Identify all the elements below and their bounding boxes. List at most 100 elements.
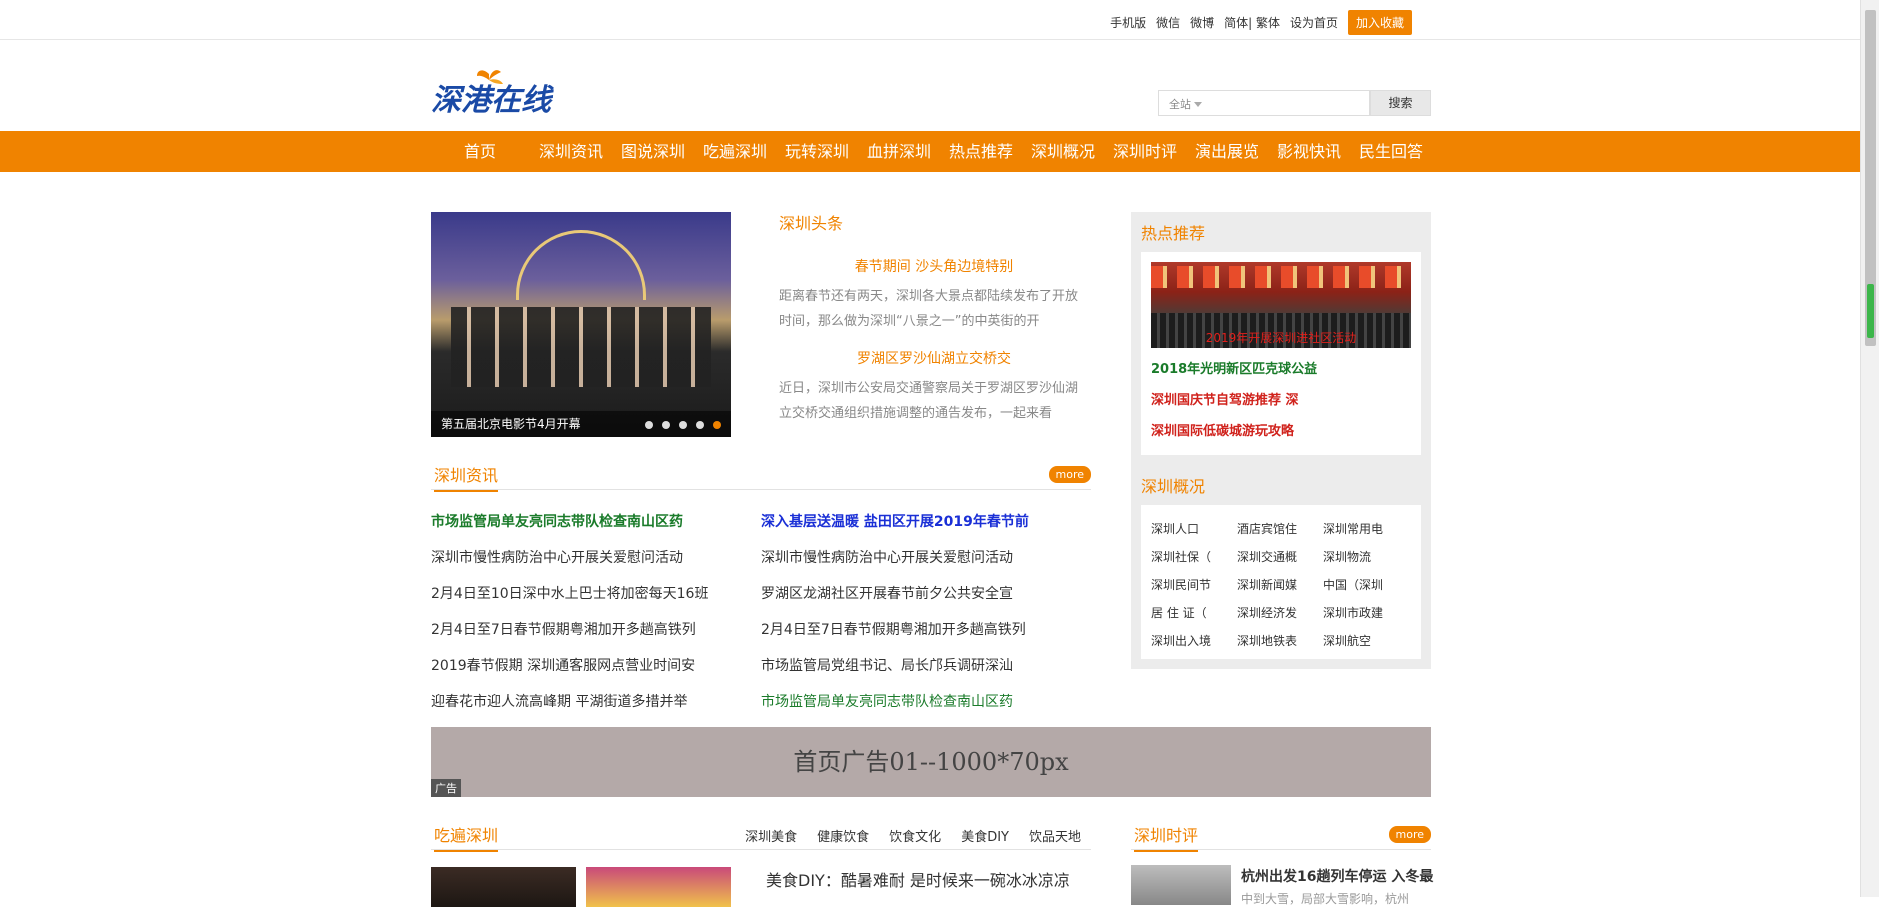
overview-link[interactable]: 深圳社保（ xyxy=(1151,543,1237,571)
news-item[interactable]: 迎春花市迎人流高峰期 平湖街道多措并举 xyxy=(431,684,761,720)
hot-link[interactable]: 深圳国际低碳城游玩攻略 xyxy=(1151,420,1411,439)
lanterns-decor xyxy=(1151,266,1411,288)
food-tab[interactable]: 深圳美食 xyxy=(745,826,797,845)
logo-graphic: 深港在线 xyxy=(431,70,555,118)
nav-item-shopping[interactable]: 血拼深圳 xyxy=(858,131,940,172)
food-title: 吃遍深圳 xyxy=(434,822,499,852)
nav-item-fun[interactable]: 玩转深圳 xyxy=(776,131,858,172)
overview-link[interactable]: 深圳市政建 xyxy=(1323,599,1409,627)
overview-link[interactable]: 深圳航空 xyxy=(1323,627,1409,655)
nav-item-shows[interactable]: 演出展览 xyxy=(1186,131,1268,172)
ad-tag: 广告 xyxy=(431,779,461,797)
news-item[interactable]: 2月4日至10日深中水上巴士将加密每天16班 xyxy=(431,576,761,612)
search-button[interactable]: 搜索 xyxy=(1370,90,1431,116)
nav-item-overview[interactable]: 深圳概况 xyxy=(1022,131,1104,172)
overview-link[interactable]: 深圳民间节 xyxy=(1151,571,1237,599)
overview-link[interactable]: 居 住 证（ xyxy=(1151,599,1237,627)
hot-image[interactable]: 2019年开展深圳进社区活动 xyxy=(1151,262,1411,348)
overview-link[interactable]: 深圳交通概 xyxy=(1237,543,1323,571)
overview-link[interactable]: 深圳物流 xyxy=(1323,543,1409,571)
headline-summary: 近日，深圳市公安局交通警察局关于罗湖区罗沙仙湖立交桥交通组织措施调整的通告发布，… xyxy=(779,381,1079,421)
nav-item-photos[interactable]: 图说深圳 xyxy=(612,131,694,172)
slider-image xyxy=(431,212,731,437)
nav-item-news[interactable]: 深圳资讯 xyxy=(530,131,612,172)
overview-box: 深圳人口 酒店宾馆住 深圳常用电 深圳社保（ 深圳交通概 深圳物流 深圳民间节 … xyxy=(1141,505,1421,659)
overview-link[interactable]: 中国（深圳 xyxy=(1323,571,1409,599)
slider-dot[interactable] xyxy=(679,421,687,429)
main-nav: 首页 深圳资讯 图说深圳 吃遍深圳 玩转深圳 血拼深圳 热点推荐 深圳概况 深圳… xyxy=(0,131,1860,172)
review-section: 深圳时评 more 杭州出发16趟列车停运 入冬最 中到大雪，局部大雪影响，杭州 xyxy=(1131,820,1433,906)
hot-title: 热点推荐 xyxy=(1141,224,1206,243)
nav-item-livelihood[interactable]: 民生回答 xyxy=(1350,131,1432,172)
slider-dot-active[interactable] xyxy=(713,421,721,429)
search-input[interactable] xyxy=(1208,90,1370,116)
nav-item-food[interactable]: 吃遍深圳 xyxy=(694,131,776,172)
ad-text: 首页广告01--1000*70px xyxy=(793,748,1069,776)
news-item[interactable]: 罗湖区龙湖社区开展春节前夕公共安全宣 xyxy=(761,576,1091,612)
news-item[interactable]: 市场监管局党组书记、局长邝兵调研深汕 xyxy=(761,648,1091,684)
food-tab[interactable]: 饮品天地 xyxy=(1029,826,1081,845)
news-item[interactable]: 市场监管局单友亮同志带队检查南山区药 xyxy=(761,684,1091,720)
news-right-column: 深入基层送温暖 盐田区开展2019年春节前 深圳市慢性病防治中心开展关爱慰问活动… xyxy=(761,504,1091,720)
slider-dot[interactable] xyxy=(662,421,670,429)
shenzhen-news-section: 深圳资讯 more 市场监管局单友亮同志带队检查南山区药 深圳市慢性病防治中心开… xyxy=(431,460,1091,720)
headline-title[interactable]: 春节期间 沙头角边境特别 xyxy=(779,256,1089,276)
news-item[interactable]: 市场监管局单友亮同志带队检查南山区药 xyxy=(431,504,761,540)
page-scrollbar[interactable] xyxy=(1860,0,1879,897)
stage-arch xyxy=(516,230,646,300)
overview-link[interactable]: 深圳经济发 xyxy=(1237,599,1323,627)
news-item[interactable]: 2月4日至7日春节假期粤湘加开多趟高铁列 xyxy=(431,612,761,648)
news-title: 深圳资讯 xyxy=(434,462,499,492)
logo-text: 深港在线 xyxy=(431,83,555,116)
review-thumbnail[interactable] xyxy=(1131,865,1231,905)
food-tab[interactable]: 饮食文化 xyxy=(889,826,941,845)
food-tab[interactable]: 健康饮食 xyxy=(817,826,869,845)
shenzhen-headlines: 深圳头条 春节期间 沙头角边境特别 距离春节还有两天，深圳各大景点都陆续发布了开… xyxy=(779,210,1089,426)
search-scope-select[interactable]: 全站 xyxy=(1158,90,1208,116)
headline-slider[interactable]: 第五届北京电影节4月开幕 xyxy=(431,212,731,437)
nav-item-movies[interactable]: 影视快讯 xyxy=(1268,131,1350,172)
overview-link[interactable]: 酒店宾馆住 xyxy=(1237,515,1323,543)
hot-link[interactable]: 2018年光明新区匹克球公益 xyxy=(1151,358,1411,377)
top-links: 手机版 微信 微博 简体| 繁体 设为首页 加入收藏 xyxy=(1100,10,1412,35)
news-item[interactable]: 2月4日至7日春节假期粤湘加开多趟高铁列 xyxy=(761,612,1091,648)
news-item[interactable]: 深圳市慢性病防治中心开展关爱慰问活动 xyxy=(431,540,761,576)
slider-dot[interactable] xyxy=(696,421,704,429)
overview-link[interactable]: 深圳新闻媒 xyxy=(1237,571,1323,599)
overview-title: 深圳概况 xyxy=(1141,477,1206,496)
nav-item-home[interactable]: 首页 xyxy=(450,131,510,172)
news-item[interactable]: 2019春节假期 深圳通客服网点营业时间安 xyxy=(431,648,761,684)
review-more-button[interactable]: more xyxy=(1388,826,1431,843)
food-article-title[interactable]: 美食DIY：酷暑难耐 是时候来一碗冰冰凉凉 xyxy=(766,867,1070,891)
food-tab[interactable]: 美食DIY xyxy=(961,826,1009,845)
wechat-link[interactable]: 微信 xyxy=(1156,14,1180,31)
site-logo[interactable]: 深港在线 xyxy=(431,66,581,118)
language-switch-link[interactable]: 简体| 繁体 xyxy=(1224,14,1280,31)
slider-dots xyxy=(636,421,721,429)
overview-link[interactable]: 深圳地铁表 xyxy=(1237,627,1323,655)
search-bar: 全站 搜索 xyxy=(1158,90,1431,116)
mobile-version-link[interactable]: 手机版 xyxy=(1110,14,1146,31)
news-more-button[interactable]: more xyxy=(1048,466,1091,483)
review-title: 深圳时评 xyxy=(1134,822,1199,852)
slider-dot[interactable] xyxy=(645,421,653,429)
overview-link[interactable]: 深圳出入境 xyxy=(1151,627,1237,655)
overview-link[interactable]: 深圳人口 xyxy=(1151,515,1237,543)
review-article-title[interactable]: 杭州出发16趟列车停运 入冬最 xyxy=(1241,866,1433,886)
food-thumbnail[interactable] xyxy=(586,867,731,907)
homepage-ad-banner[interactable]: 首页广告01--1000*70px 广告 xyxy=(431,727,1431,797)
news-item[interactable]: 深圳市慢性病防治中心开展关爱慰问活动 xyxy=(761,540,1091,576)
add-favorite-button[interactable]: 加入收藏 xyxy=(1347,10,1412,35)
hot-link[interactable]: 深圳国庆节自驾游推荐 深 xyxy=(1151,389,1411,408)
top-utility-bar: 手机版 微信 微博 简体| 繁体 设为首页 加入收藏 xyxy=(0,0,1860,40)
food-thumbnail[interactable] xyxy=(431,867,576,907)
group-photo xyxy=(451,307,711,387)
set-homepage-link[interactable]: 设为首页 xyxy=(1290,14,1338,31)
weibo-link[interactable]: 微博 xyxy=(1190,14,1214,31)
headline-summary: 距离春节还有两天，深圳各大景点都陆续发布了开放时间，那么做为深圳“八景之一”的中… xyxy=(779,289,1079,329)
headline-title[interactable]: 罗湖区罗沙仙湖立交桥交 xyxy=(779,348,1089,368)
overview-link[interactable]: 深圳常用电 xyxy=(1323,515,1409,543)
nav-item-review[interactable]: 深圳时评 xyxy=(1104,131,1186,172)
nav-item-hot[interactable]: 热点推荐 xyxy=(940,131,1022,172)
news-item[interactable]: 深入基层送温暖 盐田区开展2019年春节前 xyxy=(761,504,1091,540)
